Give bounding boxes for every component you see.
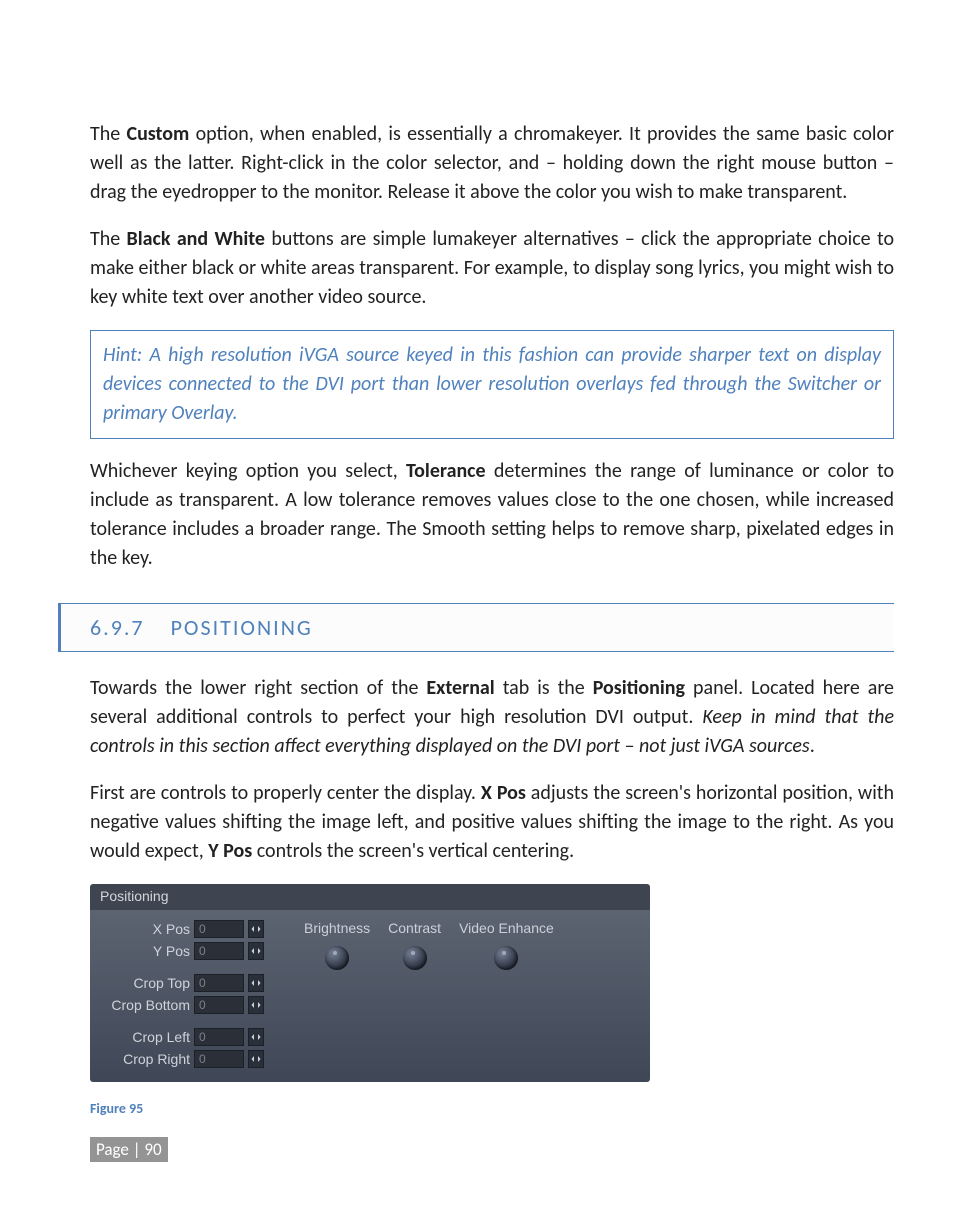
cropright-label: Crop Right <box>104 1051 190 1067</box>
hint-text: Hint: A high resolution iVGA source keye… <box>103 341 881 428</box>
section-heading: 6.9.7 POSITIONING <box>58 603 894 652</box>
section-number: 6.9.7 <box>90 614 145 641</box>
brightness-knob[interactable] <box>325 946 349 970</box>
paragraph: The Custom option, when enabled, is esse… <box>90 120 894 207</box>
spinner-arrows-icon <box>251 925 261 933</box>
section-title: POSITIONING <box>171 614 313 641</box>
cropbottom-input[interactable]: 0 <box>194 996 244 1014</box>
brightness-label: Brightness <box>304 920 370 936</box>
cropbottom-spinner[interactable] <box>248 996 264 1014</box>
hint-box: Hint: A high resolution iVGA source keye… <box>90 330 894 439</box>
spinner-arrows-icon <box>251 947 261 955</box>
xpos-label: X Pos <box>104 921 190 937</box>
contrast-label: Contrast <box>388 920 441 936</box>
croptop-label: Crop Top <box>104 975 190 991</box>
spinner-arrows-icon <box>251 1055 261 1063</box>
page-number-badge: Page | 90 <box>90 1137 168 1162</box>
ypos-spinner[interactable] <box>248 942 264 960</box>
croptop-spinner[interactable] <box>248 974 264 992</box>
ypos-label: Y Pos <box>104 943 190 959</box>
paragraph: First are controls to properly center th… <box>90 779 894 866</box>
cropleft-spinner[interactable] <box>248 1028 264 1046</box>
cropright-input[interactable]: 0 <box>194 1050 244 1068</box>
ypos-input[interactable]: 0 <box>194 942 244 960</box>
cropleft-label: Crop Left <box>104 1029 190 1045</box>
positioning-panel: Positioning X Pos 0 Y Pos 0 <box>90 884 650 1082</box>
croptop-input[interactable]: 0 <box>194 974 244 992</box>
cropbottom-label: Crop Bottom <box>104 997 190 1013</box>
cropright-spinner[interactable] <box>248 1050 264 1068</box>
videoenhance-knob[interactable] <box>494 946 518 970</box>
paragraph: The Black and White buttons are simple l… <box>90 225 894 312</box>
panel-title: Positioning <box>90 884 650 910</box>
spinner-arrows-icon <box>251 1033 261 1041</box>
contrast-knob[interactable] <box>403 946 427 970</box>
figure-caption: Figure 95 <box>90 1100 894 1117</box>
videoenhance-label: Video Enhance <box>459 920 554 936</box>
xpos-spinner[interactable] <box>248 920 264 938</box>
xpos-input[interactable]: 0 <box>194 920 244 938</box>
spinner-arrows-icon <box>251 1001 261 1009</box>
paragraph: Whichever keying option you select, Tole… <box>90 457 894 573</box>
spinner-arrows-icon <box>251 979 261 987</box>
cropleft-input[interactable]: 0 <box>194 1028 244 1046</box>
paragraph: Towards the lower right section of the E… <box>90 674 894 761</box>
